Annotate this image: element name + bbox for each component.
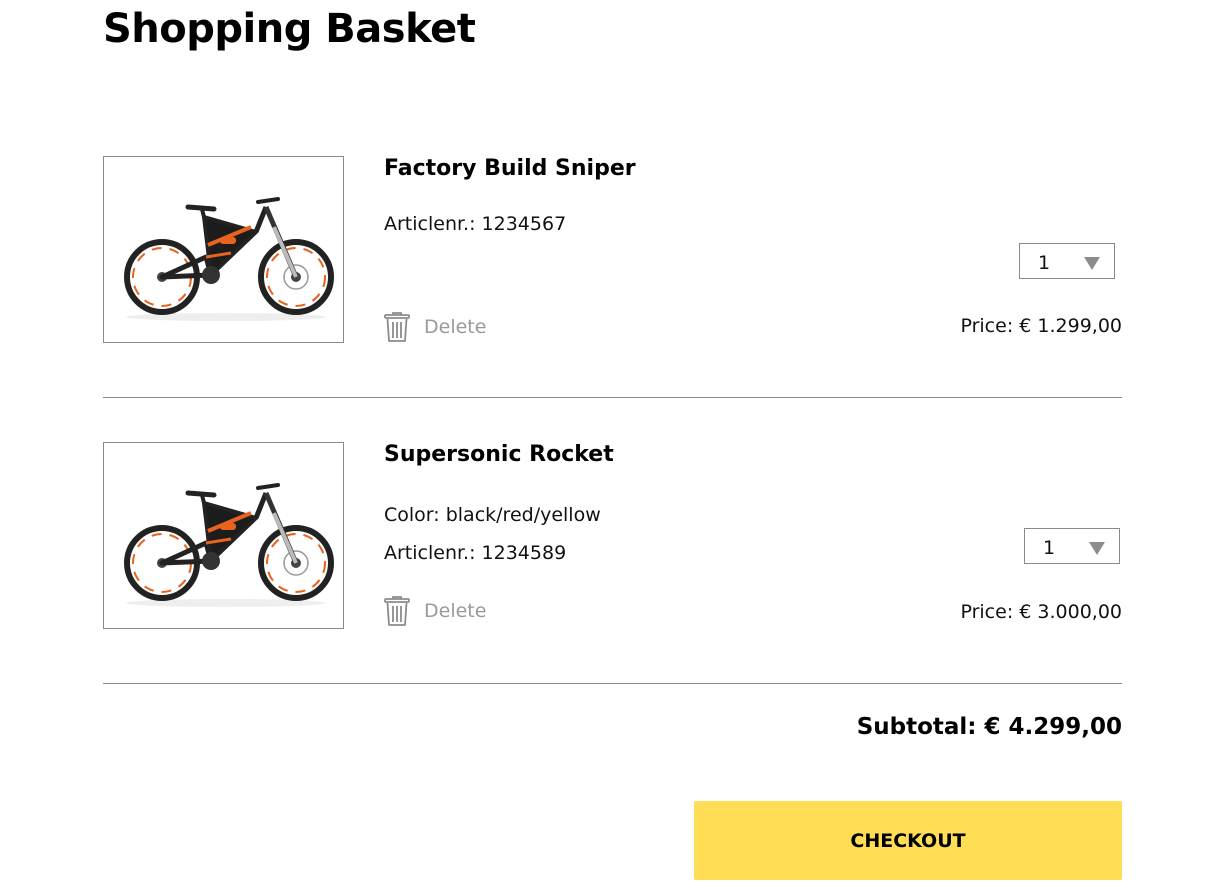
trash-icon [384, 596, 410, 626]
delete-button[interactable]: Delete [384, 311, 486, 343]
basket-item: Supersonic Rocket Color: black/red/yello… [103, 442, 1122, 629]
quantity-value: 1 [1043, 537, 1056, 559]
article-number: Articlenr.: 1234567 [384, 213, 567, 235]
delete-button[interactable]: Delete [384, 595, 486, 627]
product-image[interactable] [103, 442, 344, 629]
triangle-down-icon [1089, 542, 1105, 555]
trash-icon [384, 312, 410, 342]
page-title: Shopping Basket [103, 6, 476, 52]
item-divider [103, 397, 1122, 398]
shopping-basket-page: Shopping Basket Factory Build Sniper Art… [0, 0, 1230, 888]
product-color: Color: black/red/yellow [384, 504, 601, 526]
basket-item: Factory Build Sniper Articlenr.: 1234567… [103, 156, 1122, 343]
quantity-select[interactable]: 1 [1024, 528, 1120, 564]
checkout-button[interactable]: CHECKOUT [694, 801, 1122, 880]
delete-label: Delete [424, 600, 487, 622]
quantity-select[interactable]: 1 [1019, 243, 1115, 279]
product-price: Price: € 1.299,00 [960, 315, 1122, 337]
article-number: Articlenr.: 1234589 [384, 542, 567, 564]
subtotal: Subtotal: € 4.299,00 [856, 714, 1122, 740]
delete-label: Delete [424, 316, 487, 338]
product-name[interactable]: Supersonic Rocket [384, 442, 614, 467]
product-name[interactable]: Factory Build Sniper [384, 156, 636, 181]
mountain-bike-icon [124, 197, 334, 321]
product-price: Price: € 3.000,00 [960, 601, 1122, 623]
product-image[interactable] [103, 156, 344, 343]
mountain-bike-icon [124, 483, 334, 607]
quantity-value: 1 [1038, 252, 1051, 274]
triangle-down-icon [1084, 257, 1100, 270]
item-divider [103, 683, 1122, 684]
